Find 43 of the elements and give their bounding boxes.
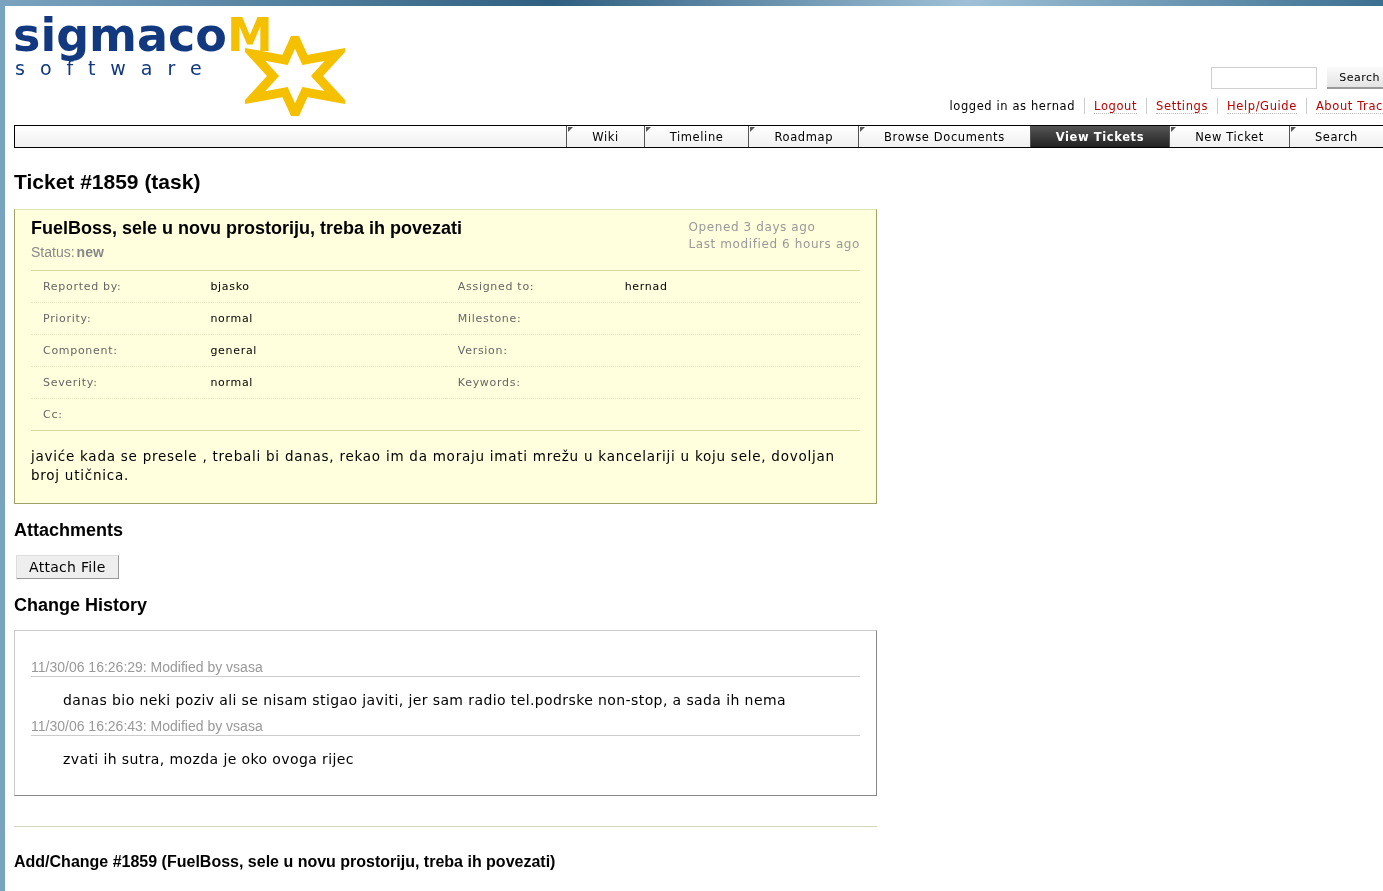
nav-tab[interactable]: Search: [1288, 126, 1383, 147]
property-label: Component:: [43, 344, 118, 357]
attach-file-button[interactable]: Attach File: [16, 555, 119, 579]
section-heading: Attachments: [14, 520, 125, 541]
meta-nav-link[interactable]: About Trac: [1315, 98, 1383, 114]
property-value: hernad: [624, 280, 668, 293]
ticket-summary: FuelBoss, sele u novu prostoriju, treba ih povezati: [31, 218, 463, 239]
property-label: Milestone:: [457, 312, 522, 325]
ticket-description: javiće kada se presele , trebali bi danas, rekao im da moraju imati mrežu u kancelariji u koju sele, dovoljan broj utičnica.: [31, 447, 836, 485]
nav-tab[interactable]: Roadmap: [748, 126, 859, 147]
nav-tab[interactable]: View Tickets: [1029, 126, 1170, 147]
nav-tab[interactable]: Browse Documents: [858, 126, 1030, 147]
property-value: normal: [210, 376, 254, 389]
meta-nav-link[interactable]: Logout: [1094, 98, 1138, 114]
change-comment: danas bio neki poziv ali se nisam stigao javiti, jer sam radio tel.podrske non-stop, a sada ih nema: [62, 691, 787, 710]
nav-tab[interactable]: Timeline: [643, 126, 749, 147]
status-value: new: [76, 244, 104, 260]
modified-date: Last modified 6 hours ago: [688, 236, 860, 253]
property-label: Assigned to:: [457, 280, 535, 293]
change-header: 11/30/06 16:26:29: Modified by vsasa: [31, 659, 860, 677]
meta-nav-link[interactable]: Help/Guide: [1227, 98, 1297, 114]
status-label: Status:: [31, 244, 75, 260]
property-label: Cc:: [43, 408, 63, 421]
property-label: Version:: [457, 344, 508, 357]
page-title: Ticket #1859 (task): [14, 170, 202, 194]
property-value: normal: [210, 312, 254, 325]
property-label: Keywords:: [457, 376, 521, 389]
section-heading: Change History: [14, 595, 149, 616]
opened-date: Opened 3 days ago: [688, 219, 817, 236]
nav-tab[interactable]: New Ticket: [1169, 126, 1289, 147]
property-label: Priority:: [43, 312, 92, 325]
property-label: Reported by:: [43, 280, 122, 293]
search-field[interactable]: [1211, 67, 1318, 89]
meta-nav-link[interactable]: Settings: [1156, 98, 1209, 114]
property-label: Severity:: [43, 376, 98, 389]
property-value: general: [210, 344, 258, 357]
search-button[interactable]: Search: [1327, 67, 1383, 89]
section-heading: Add/Change #1859 (FuelBoss, sele u novu prostoriju, treba ih povezati): [14, 853, 557, 871]
change-comment: zvati ih sutra, mozda je oko ovoga rijec: [62, 750, 355, 769]
property-value: bjasko: [210, 280, 250, 293]
login-status: logged in as hernad: [949, 99, 1076, 113]
change-header: 11/30/06 16:26:43: Modified by vsasa: [31, 718, 860, 736]
nav-tab[interactable]: Wiki: [566, 126, 644, 147]
